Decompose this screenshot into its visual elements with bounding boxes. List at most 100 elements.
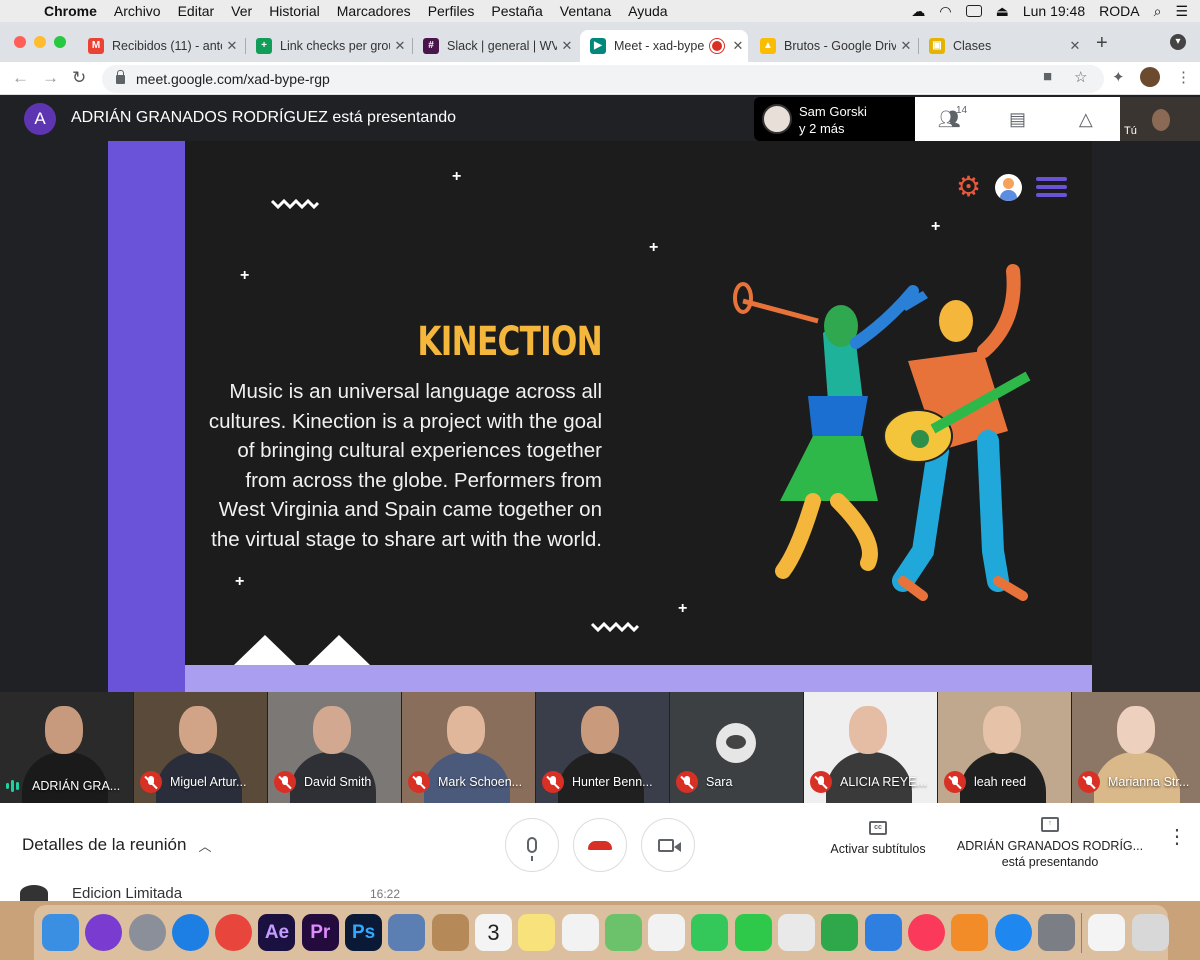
leave-call-button[interactable] — [573, 818, 627, 872]
participant-name: ALICIA REYE... — [840, 775, 927, 789]
menu-item-ventana[interactable]: Ventana — [560, 3, 611, 19]
participant-tile[interactable]: ALICIA REYE... — [804, 692, 937, 803]
premiere-icon[interactable]: Pr — [301, 914, 339, 951]
finder-icon[interactable] — [42, 914, 79, 951]
photos-icon[interactable] — [648, 914, 686, 951]
people-button[interactable]: 👥︎ 14 — [915, 97, 983, 141]
profile-avatar[interactable] — [1140, 67, 1160, 87]
participant-label: Miguel Artur... — [140, 771, 246, 793]
forward-button[interactable]: → — [42, 68, 59, 88]
close-window-button[interactable] — [14, 36, 26, 48]
html-file-icon[interactable] — [1088, 914, 1126, 951]
trash-icon[interactable] — [1131, 914, 1169, 951]
keynote-doc-icon[interactable] — [778, 914, 816, 951]
close-tab-icon[interactable]: ✕ — [222, 38, 242, 54]
music-icon[interactable] — [907, 914, 945, 951]
meeting-controls-bar: Detalles de la reunión ︿ cc Activar subt… — [0, 803, 1200, 885]
siri-icon[interactable] — [85, 914, 123, 951]
launchpad-icon[interactable] — [128, 914, 166, 951]
minimize-window-button[interactable] — [34, 36, 46, 48]
safari-icon[interactable] — [171, 914, 209, 951]
more-options-icon[interactable]: ⋮ — [1167, 827, 1187, 847]
preview-icon[interactable] — [388, 914, 426, 951]
screen-mirroring-icon[interactable] — [965, 5, 982, 17]
participant-tile[interactable]: ADRIÁN GRA... — [0, 692, 133, 803]
keynote-icon[interactable] — [864, 914, 902, 951]
calendar-icon[interactable]: 3 — [474, 914, 512, 951]
after-effects-icon[interactable]: Ae — [258, 914, 296, 951]
bookmark-star-icon[interactable]: ☆ — [1074, 68, 1087, 86]
participant-tile[interactable]: Mark Schoen... — [402, 692, 535, 803]
close-tab-icon[interactable]: ✕ — [728, 38, 748, 54]
presenting-button[interactable]: ↑ ADRIÁN GRANADOS RODRÍG... está present… — [950, 817, 1150, 870]
chrome-menu-icon[interactable]: ⋮ — [1176, 68, 1191, 86]
numbers-icon[interactable] — [821, 914, 859, 951]
eject-icon[interactable]: ⏏ — [996, 3, 1009, 20]
mic-muted-icon — [542, 771, 564, 793]
camera-in-use-icon[interactable]: ■ — [1043, 68, 1052, 85]
tab-sheets[interactable]: + Link checks per grou ✕ — [246, 30, 410, 62]
menu-item-pestana[interactable]: Pestaña — [491, 3, 542, 19]
dock-separator — [1081, 912, 1083, 953]
participant-name: Sara — [706, 775, 733, 789]
reload-button[interactable]: ↻ — [72, 68, 86, 88]
menu-item-editar[interactable]: Editar — [178, 3, 215, 19]
tab-slack[interactable]: # Slack | general | WV ✕ — [413, 30, 577, 62]
menu-item-ayuda[interactable]: Ayuda — [628, 3, 667, 19]
system-preferences-icon[interactable] — [1037, 914, 1075, 951]
menu-clock[interactable]: Lun 19:48 — [1023, 3, 1085, 19]
meeting-details-button[interactable]: Detalles de la reunión ︿ — [22, 835, 211, 855]
zoom-window-button[interactable] — [54, 36, 66, 48]
creative-cloud-icon[interactable]: ☁ — [911, 3, 925, 20]
chat-button[interactable]: ▤ — [983, 97, 1051, 141]
close-tab-icon[interactable]: ✕ — [896, 38, 916, 54]
microphone-button[interactable] — [505, 818, 559, 872]
books-icon[interactable] — [951, 914, 989, 951]
plus-decoration-icon: + — [235, 573, 245, 590]
maps-icon[interactable] — [604, 914, 642, 951]
reminders-icon[interactable] — [561, 914, 599, 951]
background-item-title: Edicion Limitada — [72, 885, 183, 901]
pinned-participants[interactable]: Sam Gorski y 2 más — [754, 97, 916, 141]
activities-button[interactable]: △ — [1052, 97, 1120, 141]
app-store-icon[interactable] — [994, 914, 1032, 951]
menu-item-ver[interactable]: Ver — [231, 3, 252, 19]
menu-user[interactable]: RODA — [1099, 3, 1139, 19]
close-tab-icon[interactable]: ✕ — [557, 38, 577, 54]
notes-icon[interactable] — [518, 914, 556, 951]
back-button[interactable]: ← — [12, 68, 29, 88]
participant-tile[interactable]: Hunter Benn... — [536, 692, 669, 803]
tab-meet-active[interactable]: ▶ Meet - xad-bype ✕ — [580, 30, 748, 62]
participant-tile[interactable]: Miguel Artur... — [134, 692, 267, 803]
participant-tile[interactable]: Sara — [670, 692, 803, 803]
new-tab-button[interactable]: + — [1096, 32, 1108, 55]
close-tab-icon[interactable]: ✕ — [390, 38, 410, 54]
facetime-icon[interactable] — [734, 914, 772, 951]
spotlight-search-icon[interactable]: ⌕ — [1154, 3, 1162, 20]
tab-classroom[interactable]: ▣ Clases ✕ — [919, 30, 1085, 62]
address-bar[interactable]: meet.google.com/xad-bype-rgp — [102, 65, 1104, 93]
participant-label: Sara — [676, 771, 732, 793]
menu-app-name[interactable]: Chrome — [44, 3, 97, 19]
tab-search-icon[interactable]: ▾ — [1170, 34, 1186, 50]
photoshop-icon[interactable]: Ps — [345, 914, 383, 951]
participant-tile[interactable]: David Smith — [268, 692, 401, 803]
wifi-icon[interactable]: ◠ — [939, 3, 951, 20]
messages-icon[interactable] — [691, 914, 729, 951]
chrome-icon[interactable] — [215, 914, 253, 951]
extensions-icon[interactable]: ✦ — [1112, 68, 1125, 86]
camera-button[interactable] — [641, 818, 695, 872]
menu-item-archivo[interactable]: Archivo — [114, 3, 161, 19]
menu-item-marcadores[interactable]: Marcadores — [337, 3, 411, 19]
tab-drive[interactable]: ▲ Brutos - Google Drive ✕ — [750, 30, 916, 62]
tab-gmail[interactable]: M Recibidos (11) - anto ✕ — [78, 30, 242, 62]
menu-item-perfiles[interactable]: Perfiles — [428, 3, 475, 19]
close-tab-icon[interactable]: ✕ — [1065, 38, 1085, 54]
captions-button[interactable]: cc Activar subtítulos — [818, 821, 938, 857]
contacts-icon[interactable] — [431, 914, 469, 951]
participant-tile[interactable]: leah reed — [938, 692, 1071, 803]
self-view-tile[interactable]: Tú — [1120, 97, 1200, 141]
participant-tile[interactable]: Marianna Str... — [1072, 692, 1200, 803]
menu-item-historial[interactable]: Historial — [269, 3, 320, 19]
control-center-icon[interactable]: ☰ — [1175, 3, 1188, 20]
